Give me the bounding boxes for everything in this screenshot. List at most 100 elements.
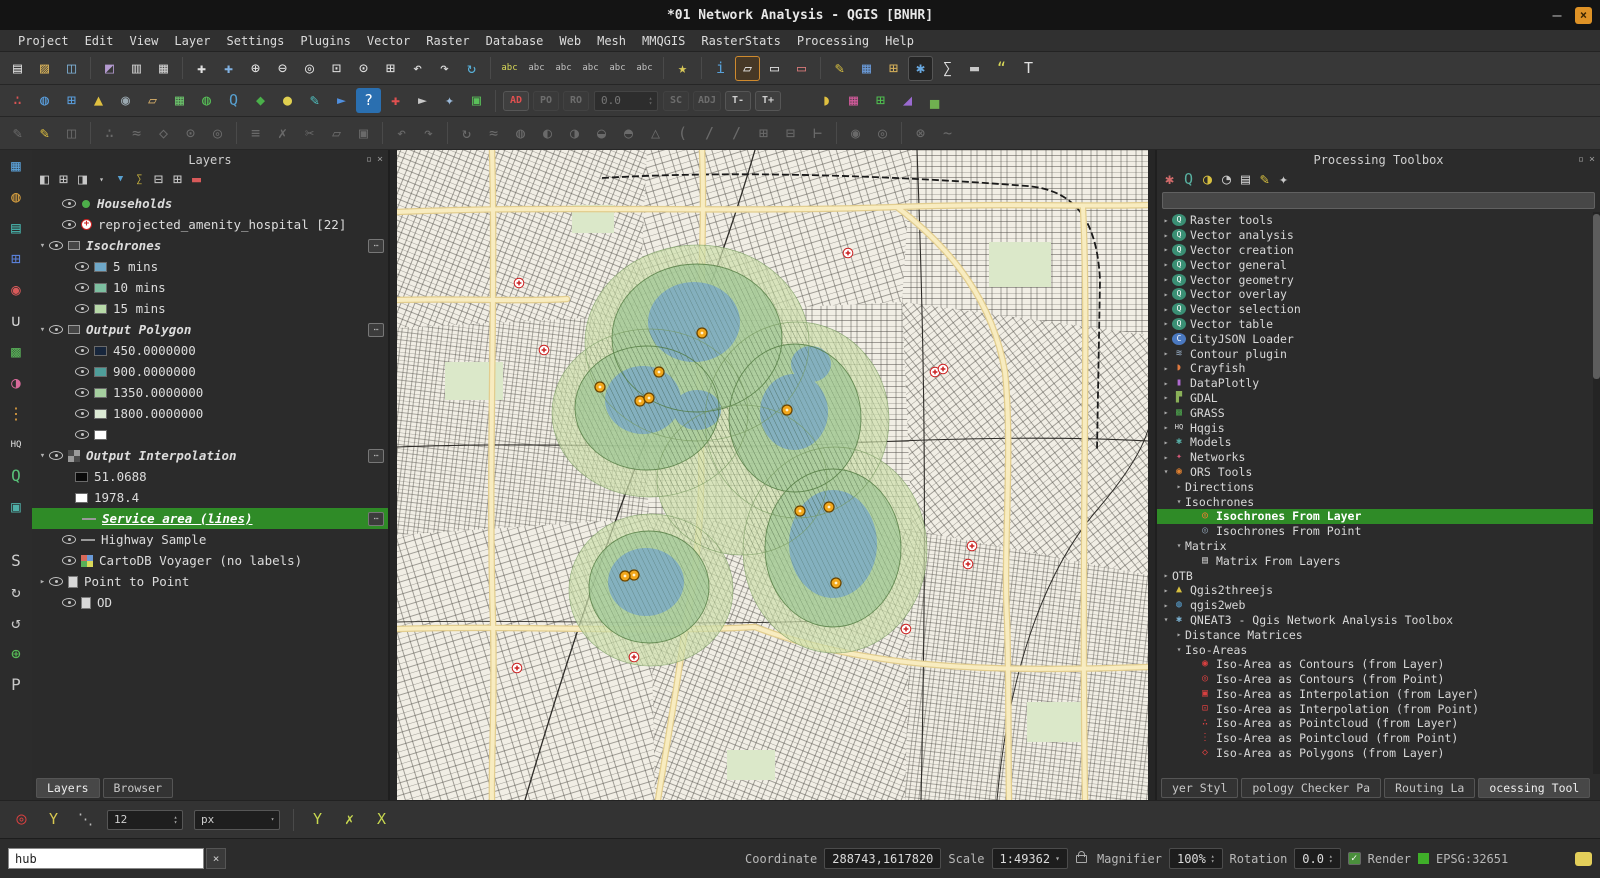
processing-item[interactable]: ∴Iso-Area as Pointcloud (from Layer) bbox=[1157, 716, 1600, 731]
visibility-eye-icon[interactable] bbox=[49, 577, 63, 586]
filter-legend-icon[interactable]: ▼ bbox=[112, 171, 129, 188]
expander-icon[interactable]: ▸ bbox=[1160, 364, 1172, 373]
layer-item[interactable]: Households bbox=[32, 193, 388, 214]
new-print-layout-button[interactable]: ▥ bbox=[124, 56, 149, 81]
expander-icon[interactable]: ▸ bbox=[1160, 260, 1172, 269]
tab-ocessing-tool[interactable]: ocessing Tool bbox=[1478, 778, 1590, 798]
magnifier-spin[interactable]: 100% ▴▾ bbox=[1169, 848, 1223, 869]
layer-item[interactable]: 1350.0000000 bbox=[32, 382, 388, 403]
expander-icon[interactable]: ▸ bbox=[1160, 601, 1172, 610]
dock-wms-icon[interactable]: ◍ bbox=[5, 186, 27, 208]
expander-icon[interactable]: ▸ bbox=[1160, 231, 1172, 240]
expander-icon[interactable]: ▾ bbox=[36, 325, 49, 335]
expander-icon[interactable]: ▸ bbox=[1160, 275, 1172, 284]
locator-clear-icon[interactable]: × bbox=[206, 848, 226, 869]
open-attribute-table-button[interactable]: ▦ bbox=[854, 56, 879, 81]
visibility-eye-icon[interactable] bbox=[75, 409, 89, 418]
tab-layers[interactable]: Layers bbox=[36, 778, 100, 798]
vertex-tool-active-button[interactable]: ◎ bbox=[205, 121, 230, 146]
expander-icon[interactable]: ▸ bbox=[1160, 334, 1172, 343]
expander-icon[interactable]: ▸ bbox=[1160, 319, 1172, 328]
remove-layer-icon[interactable]: ▬ bbox=[188, 171, 205, 188]
visibility-eye-icon[interactable] bbox=[75, 430, 89, 439]
processing-item[interactable]: ▸▛GDAL bbox=[1157, 391, 1600, 406]
label-tracking-icon[interactable]: ⋱ bbox=[73, 807, 98, 832]
adj-badge[interactable]: ADJ bbox=[693, 91, 721, 111]
visibility-eye-icon[interactable] bbox=[49, 451, 63, 460]
processing-item[interactable]: ▸≋Contour plugin bbox=[1157, 346, 1600, 361]
mesh-calc-button[interactable]: ▲ bbox=[86, 88, 111, 113]
label-pin-button[interactable]: abc bbox=[524, 56, 549, 81]
profile-tool-button[interactable]: ◗ bbox=[814, 88, 839, 113]
dock-add-icon[interactable]: ⊕ bbox=[5, 643, 27, 665]
expander-icon[interactable]: ▸ bbox=[1160, 453, 1172, 462]
unit-combo[interactable]: px▾ bbox=[194, 810, 280, 830]
select-features-button[interactable]: ▱ bbox=[735, 56, 760, 81]
merge-features-button[interactable]: ⊞ bbox=[751, 121, 776, 146]
processing-item[interactable]: ▾Isochrones bbox=[1157, 494, 1600, 509]
zoom-native-button[interactable]: ◎ bbox=[297, 56, 322, 81]
undo-button[interactable]: ↶ bbox=[389, 121, 414, 146]
offset-symbols-button[interactable]: ◎ bbox=[870, 121, 895, 146]
tab-pology-checker-pa[interactable]: pology Checker Pa bbox=[1241, 778, 1381, 798]
processing-item[interactable]: ◎Iso-Area as Contours (from Point) bbox=[1157, 672, 1600, 687]
menu-item-project[interactable]: Project bbox=[10, 30, 77, 52]
processing-item[interactable]: ▸Directions bbox=[1157, 479, 1600, 494]
minimize-button[interactable]: – bbox=[1549, 6, 1565, 24]
processing-item[interactable]: ▣Iso-Area as Interpolation (from Layer) bbox=[1157, 687, 1600, 702]
processing-item[interactable]: ▸QVector selection bbox=[1157, 302, 1600, 317]
label-highlight-button[interactable]: abc bbox=[551, 56, 576, 81]
zoom-in-button[interactable]: ⊕ bbox=[243, 56, 268, 81]
dock-compass-icon[interactable]: ◉ bbox=[5, 279, 27, 301]
tile-globe-button[interactable]: ⊞ bbox=[59, 88, 84, 113]
processing-toolbox-button[interactable]: ✱ bbox=[908, 56, 933, 81]
spin-arrows-icon[interactable]: ▴▾ bbox=[1329, 854, 1333, 864]
statistical-summary-button[interactable]: ∑ bbox=[935, 56, 960, 81]
green-globe-button[interactable]: ◍ bbox=[194, 88, 219, 113]
layer-item[interactable]: CartoDB Voyager (no labels) bbox=[32, 550, 388, 571]
proc-history-icon[interactable]: ◔ bbox=[1218, 171, 1235, 188]
menu-item-view[interactable]: View bbox=[121, 30, 166, 52]
map-canvas[interactable] bbox=[397, 150, 1148, 800]
fill-ring-button[interactable]: ◑ bbox=[562, 121, 587, 146]
terrain-button[interactable]: ▄ bbox=[922, 88, 947, 113]
processing-item[interactable]: ▾Iso-Areas bbox=[1157, 642, 1600, 657]
processing-item[interactable]: ▸HQHqgis bbox=[1157, 420, 1600, 435]
proc-qgis-icon[interactable]: Q bbox=[1180, 171, 1197, 188]
expander-icon[interactable]: ▸ bbox=[1160, 245, 1172, 254]
expander-icon[interactable]: ▾ bbox=[1173, 497, 1185, 506]
zoom-last-button[interactable]: ↶ bbox=[405, 56, 430, 81]
processing-item[interactable]: ◉Iso-Area as Contours (from Layer) bbox=[1157, 657, 1600, 672]
label-change-button[interactable]: abc bbox=[632, 56, 657, 81]
layer-item[interactable]: ▾Isochrones⋯ bbox=[32, 235, 388, 256]
offset-curve-button[interactable]: ( bbox=[670, 121, 695, 146]
toggle-editing-button[interactable]: ✎ bbox=[32, 121, 57, 146]
expander-icon[interactable]: ▾ bbox=[1160, 615, 1172, 624]
arrow-tool-button[interactable]: ► bbox=[329, 88, 354, 113]
new-bookmark-button[interactable]: ★ bbox=[670, 56, 695, 81]
expander-icon[interactable]: ▸ bbox=[1160, 349, 1172, 358]
layer-item[interactable]: 450.0000000 bbox=[32, 340, 388, 361]
layer-options-badge[interactable]: ⋯ bbox=[368, 323, 384, 337]
delete-part-button[interactable]: ◓ bbox=[616, 121, 641, 146]
processing-item[interactable]: ▸OTB bbox=[1157, 568, 1600, 583]
dock-style-icon[interactable]: ▩ bbox=[5, 341, 27, 363]
dock-postgis-icon[interactable]: ⊞ bbox=[5, 248, 27, 270]
layer-item[interactable]: 51.0688 bbox=[32, 466, 388, 487]
open-project-button[interactable]: ▨ bbox=[32, 56, 57, 81]
menu-item-rasterstats[interactable]: RasterStats bbox=[693, 30, 788, 52]
processing-item[interactable]: ▾✱QNEAT3 - Qgis Network Analysis Toolbox bbox=[1157, 613, 1600, 628]
menu-item-vector[interactable]: Vector bbox=[359, 30, 418, 52]
zoom-to-selection-button[interactable]: ⊙ bbox=[351, 56, 376, 81]
add-group-icon[interactable]: ⊞ bbox=[55, 171, 72, 188]
menu-item-processing[interactable]: Processing bbox=[789, 30, 877, 52]
proc-edit-icon[interactable]: ✎ bbox=[1256, 171, 1273, 188]
expander-icon[interactable]: ▸ bbox=[1160, 379, 1172, 388]
expander-icon[interactable]: ▾ bbox=[36, 241, 49, 251]
menu-item-edit[interactable]: Edit bbox=[77, 30, 122, 52]
expand-all-icon[interactable]: ⊟ bbox=[150, 171, 167, 188]
snapping-button[interactable]: ⊗ bbox=[908, 121, 933, 146]
proc-log-icon[interactable]: ▤ bbox=[1237, 171, 1254, 188]
expander-icon[interactable]: ▸ bbox=[1173, 630, 1185, 639]
dock-hqgis-icon[interactable]: HQ bbox=[5, 434, 27, 456]
